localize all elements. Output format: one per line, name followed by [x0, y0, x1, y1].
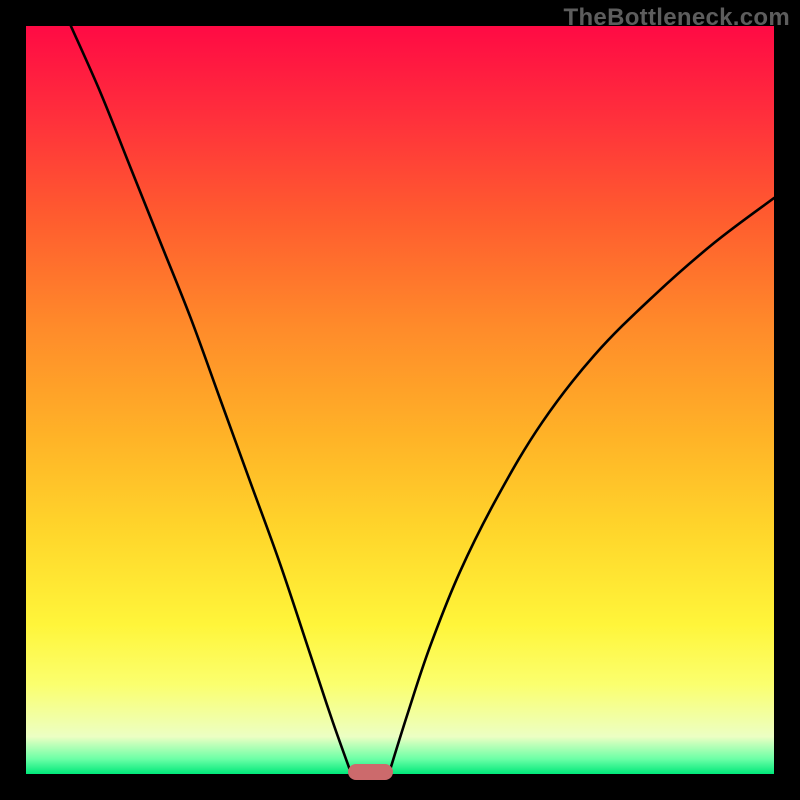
- plot-area: [26, 26, 774, 774]
- chart-frame: TheBottleneck.com: [0, 0, 800, 800]
- watermark-text: TheBottleneck.com: [564, 4, 790, 32]
- optimal-marker: [348, 764, 393, 780]
